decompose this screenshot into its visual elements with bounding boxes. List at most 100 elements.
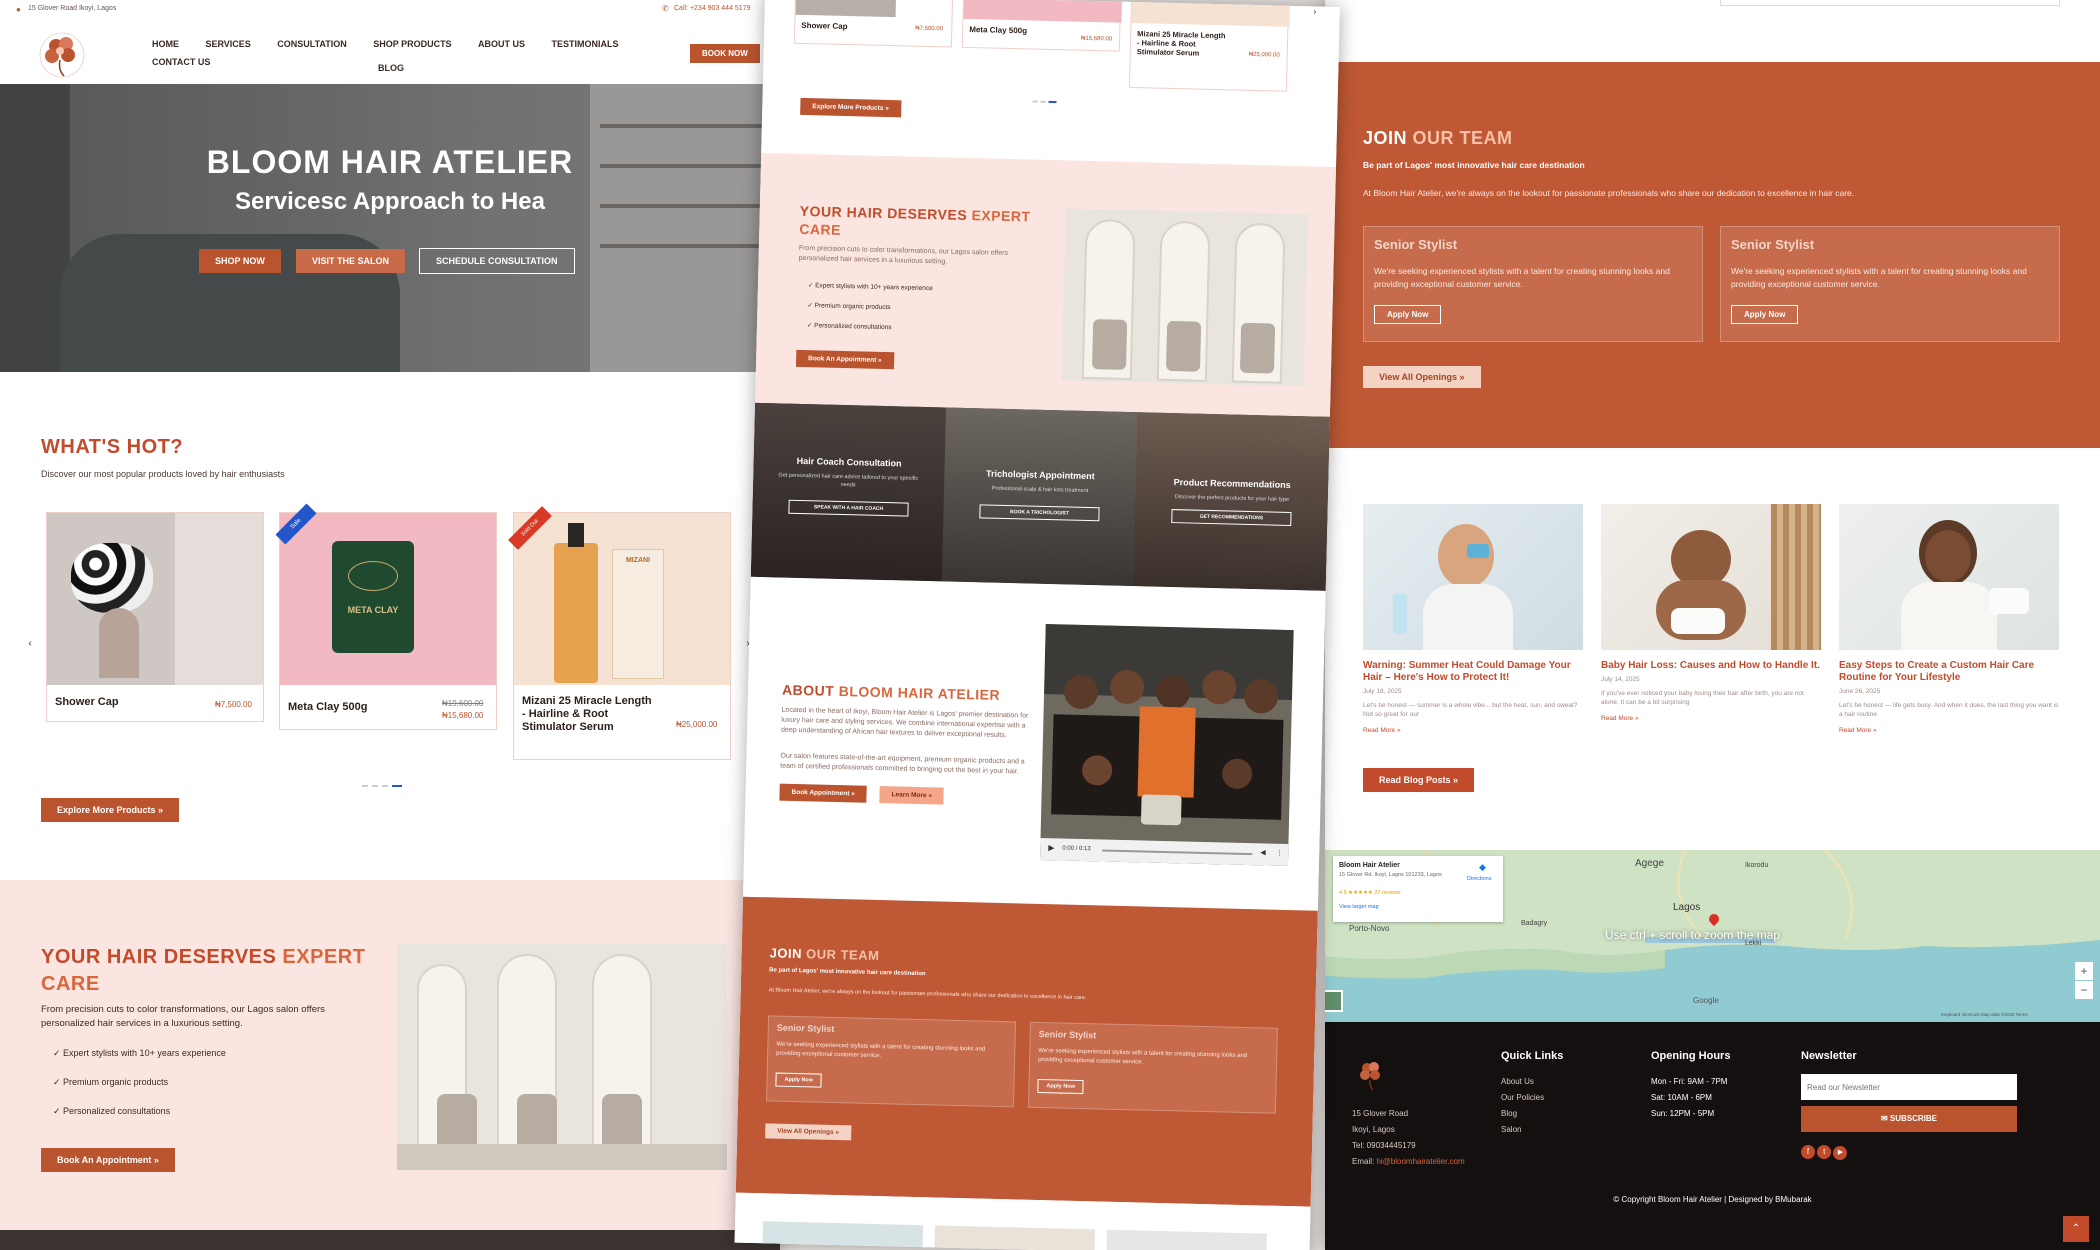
- apply-now-button[interactable]: Apply Now: [1374, 305, 1442, 324]
- read-more-link[interactable]: Read More »: [1839, 727, 2059, 734]
- blog-title[interactable]: Warning: Summer Heat Could Damage Your H…: [1363, 660, 1583, 684]
- subscribe-button[interactable]: ✉ SUBSCRIBE: [1801, 1106, 2017, 1132]
- apply-now-button[interactable]: Apply Now: [1731, 305, 1799, 324]
- chevron-right-icon[interactable]: ›: [1308, 6, 1321, 19]
- nav-contact-us[interactable]: CONTACT US: [152, 57, 210, 67]
- apply-now-button[interactable]: Apply Now: [1037, 1078, 1085, 1095]
- volume-icon[interactable]: ◀: [1260, 848, 1266, 856]
- map-terms[interactable]: Keyboard shortcuts Map data ©2025 Terms: [1941, 1012, 2028, 1017]
- video-controls[interactable]: ▶ 0:00 / 0:13 ◀ ⋮: [1039, 837, 1289, 867]
- apply-now-button[interactable]: Apply Now: [775, 1072, 823, 1088]
- product-card[interactable]: META CLAY Sale Meta Clay 500g ₦19,600.00…: [275, 503, 497, 730]
- blog-excerpt: Let's be honest — summer is a whole vibe…: [1363, 702, 1578, 718]
- footer-logo-icon[interactable]: [1355, 1058, 1385, 1092]
- product-card[interactable]: Shower Cap ₦7,500.00: [46, 512, 264, 722]
- carousel-dots: [1032, 90, 1057, 109]
- topbar-phone[interactable]: Call: +234 903 444 5179: [674, 5, 750, 12]
- directions-icon[interactable]: ◆: [1479, 862, 1486, 873]
- job-card: Senior Stylist We're seeking experienced…: [1720, 226, 2060, 342]
- footer-email-link[interactable]: hi@bloomhairatelier.com: [1376, 1157, 1464, 1166]
- blog-title[interactable]: Easy Steps to Create a Custom Hair Care …: [1839, 660, 2059, 684]
- footer-link[interactable]: Salon: [1501, 1122, 1563, 1138]
- about-paragraph: Located in the heart of Ikoyi, Bloom Hai…: [780, 706, 1029, 740]
- footer-tel[interactable]: Tel: 09034445179: [1352, 1138, 1465, 1154]
- product-name[interactable]: Mizani 25 Miracle Length - Hairline & Ro…: [522, 695, 652, 734]
- blog-card[interactable]: Warning: Summer Heat Could Damage Your H…: [1363, 504, 1583, 734]
- footer-link[interactable]: Blog: [1501, 1106, 1563, 1122]
- shop-now-button[interactable]: SHOP NOW: [199, 249, 281, 273]
- product-card[interactable]: Mizani 25 Miracle Length - Hairline & Ro…: [1128, 0, 1291, 92]
- read-more-link[interactable]: Read More »: [1363, 727, 1583, 734]
- blog-title[interactable]: Baby Hair Loss: Causes and How to Handle…: [1601, 660, 1821, 672]
- mizani-thumb: [1131, 0, 1291, 27]
- map-layers-thumbnail[interactable]: [1325, 990, 1343, 1012]
- service-cta-button[interactable]: BOOK A TRICHOLOGIST: [979, 504, 1100, 522]
- product-name[interactable]: Shower Cap: [801, 21, 847, 31]
- book-appointment-button[interactable]: Book An Appointment »: [795, 349, 894, 370]
- product-price: ₦15,680.00: [1080, 35, 1113, 43]
- services-strip: Hair Coach Consultation Get personalized…: [750, 402, 1330, 591]
- explore-products-button[interactable]: Explore More Products »: [41, 798, 180, 822]
- schedule-consultation-button[interactable]: SCHEDULE CONSULTATION: [419, 248, 575, 274]
- map-place-card: Bloom Hair Atelier 15 Glover Rd, Ikoyi, …: [1333, 856, 1503, 922]
- nav-shop-products[interactable]: SHOP PRODUCTS: [373, 39, 451, 49]
- service-title: Hair Coach Consultation: [796, 455, 902, 469]
- service-cta-button[interactable]: SPEAK WITH A HAIR COACH: [788, 499, 909, 517]
- blog-section: Warning: Summer Heat Could Damage Your H…: [1325, 448, 2100, 850]
- service-tile: Product Recommendations Discover the per…: [1133, 412, 1330, 591]
- book-now-button[interactable]: BOOK NOW: [690, 44, 760, 63]
- nav-testimonials[interactable]: TESTIMONIALS: [551, 39, 618, 49]
- product-name[interactable]: Meta Clay 500g: [288, 701, 367, 713]
- expert-bullet: ✓ Personalized consultations: [53, 1106, 171, 1116]
- join-team-title: JOIN OUR TEAM: [769, 945, 879, 963]
- book-appointment-button[interactable]: Book Appointment »: [779, 783, 868, 803]
- map-directions-link[interactable]: Directions: [1467, 876, 1491, 882]
- map-zoom-hint: Use ctrl + scroll to zoom the map: [1605, 928, 1781, 942]
- zoom-out-button[interactable]: −: [2075, 981, 2093, 999]
- scroll-top-button[interactable]: ⌃: [2063, 1216, 2089, 1242]
- footer-link[interactable]: About Us: [1501, 1074, 1563, 1090]
- join-team-title: JOIN OUR TEAM: [1363, 128, 1513, 149]
- explore-products-button[interactable]: Explore More Products »: [800, 97, 902, 118]
- map-larger-link[interactable]: View larger map: [1339, 904, 1379, 910]
- product-card[interactable]: Shower Cap ₦7,500.00: [793, 0, 954, 48]
- view-openings-button[interactable]: View All Openings »: [1363, 366, 1481, 388]
- blog-card[interactable]: Baby Hair Loss: Causes and How to Handle…: [1601, 504, 1821, 722]
- blog-date: July 14, 2025: [1601, 676, 1640, 683]
- team-title-a: JOIN: [769, 945, 807, 962]
- play-icon[interactable]: ▶: [1048, 843, 1054, 852]
- nav-blog[interactable]: BLOG: [378, 63, 404, 73]
- more-options-icon[interactable]: ⋮: [1276, 849, 1283, 857]
- zoom-in-button[interactable]: +: [2075, 962, 2093, 980]
- twitter-icon[interactable]: t: [1817, 1145, 1832, 1159]
- footer-hours: Opening Hours Mon - Fri: 9AM - 7PM Sat: …: [1651, 1050, 1730, 1122]
- read-more-link[interactable]: Read More »: [1601, 715, 1821, 722]
- nav-about-us[interactable]: ABOUT US: [478, 39, 525, 49]
- read-blog-posts-button[interactable]: Read Blog Posts »: [1363, 768, 1475, 792]
- facebook-icon[interactable]: f: [1801, 1145, 1815, 1159]
- footer-link[interactable]: Our Policies: [1501, 1090, 1563, 1106]
- youtube-icon[interactable]: ▶: [1833, 1146, 1848, 1160]
- product-card[interactable]: MIZANI Sold Out Mizani 25 Miracle Length…: [508, 506, 731, 760]
- view-openings-button[interactable]: View All Openings »: [765, 1123, 852, 1141]
- logo[interactable]: [38, 30, 86, 80]
- product-name[interactable]: Meta Clay 500g: [969, 25, 1027, 35]
- footer-address-line: Ikoyi, Lagos: [1352, 1125, 1395, 1134]
- product-name[interactable]: Mizani 25 Miracle Length - Hairline & Ro…: [1137, 29, 1228, 58]
- google-map[interactable]: Bloom Hair Atelier 15 Glover Rd, Ikoyi, …: [1325, 850, 2100, 1022]
- blog-card[interactable]: Easy Steps to Create a Custom Hair Care …: [1839, 504, 2059, 734]
- chevron-left-icon[interactable]: ‹: [22, 636, 38, 652]
- job-title: Senior Stylist: [1374, 237, 1458, 252]
- product-name[interactable]: Shower Cap: [55, 696, 119, 708]
- service-cta-button[interactable]: GET RECOMMENDATIONS: [1171, 509, 1292, 526]
- product-card[interactable]: Meta Clay 500g ₦15,680.00: [961, 0, 1123, 52]
- nav-consultation[interactable]: CONSULTATION: [277, 39, 347, 49]
- learn-more-button[interactable]: Learn More »: [879, 786, 945, 805]
- nav-services[interactable]: SERVICES: [205, 39, 250, 49]
- book-appointment-button[interactable]: Book An Appointment »: [41, 1148, 175, 1172]
- visit-salon-button[interactable]: VISIT THE SALON: [296, 249, 406, 273]
- newsletter-email-input[interactable]: [1801, 1074, 2017, 1100]
- service-description: Discover the perfect products for your h…: [1174, 494, 1290, 503]
- video-progress-bar[interactable]: [1102, 849, 1253, 856]
- nav-home[interactable]: HOME: [152, 39, 179, 49]
